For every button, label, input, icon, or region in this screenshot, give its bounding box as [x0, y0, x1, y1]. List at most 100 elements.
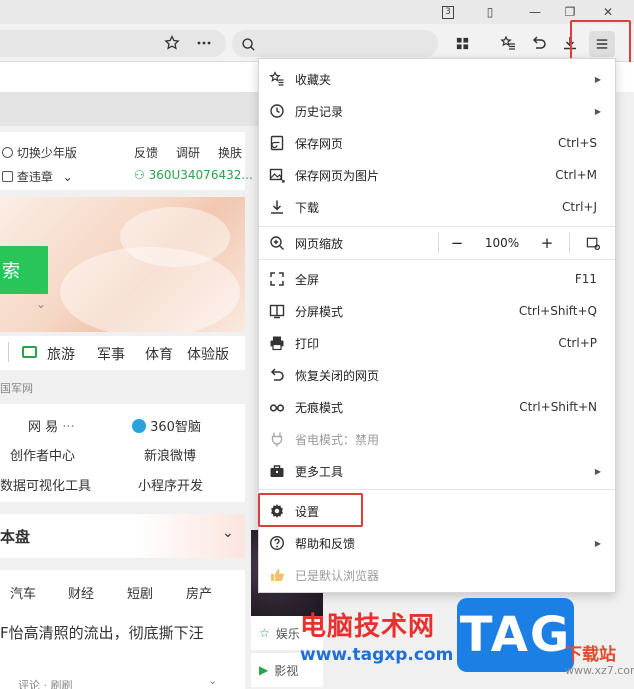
link-creator-center[interactable]: 创作者中心	[10, 445, 75, 464]
section-title: 本盘	[0, 528, 31, 546]
small-chevron-icon: ⌄	[208, 674, 218, 687]
help-icon	[259, 535, 295, 551]
menu-item-default-browser: 已是默认浏览器	[259, 559, 615, 591]
tab-auto[interactable]: 汽车	[10, 583, 36, 602]
user-icon: ⚇	[134, 168, 145, 182]
skin-link[interactable]: 换肤	[218, 144, 242, 161]
submenu-arrow-icon: ▶	[594, 466, 601, 476]
watermark-download: 下载站	[565, 645, 616, 665]
split-screen-icon	[259, 303, 295, 319]
user-id-link[interactable]: ⚇ 360U34076432...	[134, 168, 253, 182]
zoom-level: 100%	[484, 236, 520, 250]
page-banner-strip	[0, 92, 260, 126]
watermark-url: www.tagxp.com	[300, 645, 454, 665]
apps-grid-icon[interactable]	[450, 31, 474, 55]
news-feed: 汽车 财经 短剧 房产 F怡高清照的流出，彻底撕下汪 评论 · 刷刷 ⌄	[0, 570, 245, 689]
nav-sports[interactable]: 体育	[145, 344, 173, 364]
source-label: 国军网	[0, 382, 33, 395]
thumbs-up-icon	[259, 567, 295, 583]
toolbox-icon	[259, 463, 295, 479]
user-panel: 切换少年版 查违章 ⌄ 反馈 调研 换肤 ⚇ 360U34076432...	[0, 132, 253, 190]
travel-icon	[22, 346, 37, 358]
menu-item-history[interactable]: 历史记录 ▶	[259, 95, 615, 127]
youth-mode-link[interactable]: 切换少年版	[2, 144, 77, 161]
link-sina-weibo[interactable]: 新浪微博	[144, 445, 196, 464]
image-icon	[259, 167, 295, 183]
menu-item-help[interactable]: 帮助和反馈 ▶	[259, 527, 615, 559]
menu-item-zoom: 网页缩放 − 100% +	[259, 227, 615, 259]
more-dots-icon[interactable]	[192, 31, 216, 55]
link-360-brain[interactable]: 360智脑	[132, 416, 201, 435]
watermark-xz-url: www.xz7.com	[565, 664, 634, 677]
tab-short-drama[interactable]: 短剧	[127, 583, 153, 602]
menu-separator	[259, 489, 615, 490]
nav-military[interactable]: 军事	[97, 344, 125, 364]
submenu-arrow-icon: ▶	[594, 106, 601, 116]
search-submit-button[interactable]: 索	[0, 246, 48, 294]
menu-item-restore-closed[interactable]: 恢复关闭的网页	[259, 359, 615, 391]
section-header: 本盘 ⌄	[0, 514, 245, 558]
title-bar: 3 ▯ — ❐ ✕	[0, 0, 634, 24]
restore-icon	[259, 367, 295, 383]
pin-icon[interactable]: ▯	[475, 0, 505, 24]
menu-item-download[interactable]: 下载 Ctrl+J	[259, 191, 615, 223]
favorites-list-icon[interactable]	[496, 31, 520, 55]
brain-logo-icon	[132, 419, 146, 433]
headline-link[interactable]: F怡高清照的流出，彻底撕下汪	[0, 622, 204, 643]
star-list-icon	[259, 71, 295, 87]
star-outline-icon: ☆	[259, 626, 270, 640]
feedback-link[interactable]: 反馈	[134, 144, 158, 161]
chevron-down-icon: ⌄	[62, 170, 73, 184]
quick-links: 网 易 ··· 360智脑 创作者中心 新浪微博 数据可视化工具 小程序开发	[0, 404, 245, 502]
incognito-icon	[259, 399, 295, 415]
menu-item-incognito[interactable]: 无痕模式 Ctrl+Shift+N	[259, 391, 615, 423]
menu-item-print[interactable]: 打印 Ctrl+P	[259, 327, 615, 359]
power-save-icon	[259, 431, 295, 447]
menu-item-save-page[interactable]: 保存网页 Ctrl+S	[259, 127, 615, 159]
tab-real-estate[interactable]: 房产	[186, 583, 212, 602]
print-icon	[259, 335, 295, 351]
headline-meta: 评论 · 刷刷	[18, 679, 73, 689]
search-input[interactable]	[232, 30, 438, 57]
zoom-out-button[interactable]: −	[445, 227, 469, 259]
zoom-settings-icon[interactable]	[579, 227, 607, 259]
save-page-icon	[259, 135, 295, 151]
fullscreen-icon	[259, 271, 295, 287]
tab-count-button[interactable]: 3	[433, 0, 463, 24]
collapse-chevron-icon[interactable]: ⌄	[222, 525, 234, 541]
clock-icon	[259, 103, 295, 119]
menu-separator	[259, 259, 615, 260]
toolbar	[0, 24, 634, 62]
menu-item-fullscreen[interactable]: 全屏 F11	[259, 263, 615, 295]
link-data-viz[interactable]: 数据可视化工具	[0, 475, 91, 494]
menu-item-favorites[interactable]: 收藏夹 ▶	[259, 63, 615, 95]
menu-item-split-screen[interactable]: 分屏模式 Ctrl+Shift+Q	[259, 295, 615, 327]
nav-beta[interactable]: 体验版	[187, 344, 229, 364]
submenu-arrow-icon: ▶	[594, 74, 601, 84]
menu-item-save-as-image[interactable]: 保存网页为图片 Ctrl+M	[259, 159, 615, 191]
zoom-in-button[interactable]: +	[535, 227, 559, 259]
minimize-icon[interactable]: —	[520, 0, 550, 24]
tab-finance[interactable]: 财经	[68, 583, 94, 602]
link-mini-program[interactable]: 小程序开发	[138, 475, 203, 494]
watermark-site-name: 电脑技术网	[300, 612, 436, 642]
zoom-icon	[259, 235, 295, 251]
car-icon	[2, 171, 13, 182]
watermark-tag-logo: TAG	[457, 598, 574, 672]
download-icon	[259, 199, 295, 215]
search-icon	[236, 32, 260, 56]
undo-close-icon[interactable]	[527, 31, 551, 55]
nav-travel[interactable]: 旅游	[47, 344, 75, 364]
submenu-arrow-icon: ▶	[594, 538, 601, 548]
play-circle-icon: ▶	[259, 663, 269, 677]
link-netease[interactable]: 网 易 ···	[28, 416, 75, 435]
favorite-star-icon[interactable]	[160, 31, 184, 55]
research-link[interactable]: 调研	[176, 144, 200, 161]
youth-icon	[2, 147, 13, 158]
violation-query-link[interactable]: 查违章 ⌄	[2, 168, 73, 185]
category-nav: 旅游 军事 体育 体验版	[0, 336, 245, 370]
nav-divider	[8, 342, 9, 362]
menu-item-power-save: 省电模式：禁用	[259, 423, 615, 455]
expand-chevron-icon[interactable]: ⌄	[36, 297, 46, 311]
menu-item-more-tools[interactable]: 更多工具 ▶	[259, 455, 615, 487]
